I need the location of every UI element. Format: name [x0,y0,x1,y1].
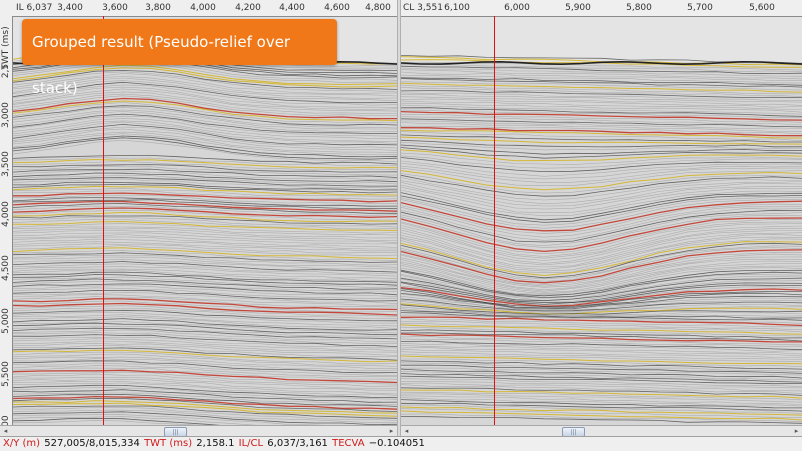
crossline-x-tick: 6,100 [444,3,470,13]
attribute-value: −0.104051 [368,438,425,449]
ilcl-label: IL/CL [238,438,264,449]
inline-x-axis: IL 6,037 3,400 3,600 3,800 4,000 4,200 4… [0,0,397,17]
inline-x-tick: 4,200 [235,3,261,13]
status-bar: X/Y (m) 527,005/8,015,334 TWT (ms) 2,158… [0,436,802,451]
scroll-right-arrow-icon[interactable]: ▸ [387,427,396,435]
crossline-seismic-image [401,17,802,425]
twt-value: 2,158.1 [196,438,235,449]
y-tick: 2,5 [1,63,11,79]
crossline-x-tick: 6,000 [504,3,530,13]
grouped-result-callout: Grouped result (Pseudo-relief over stack… [22,19,337,97]
scroll-right-arrow-icon[interactable]: ▸ [792,427,801,435]
attribute-label: TECVA [332,438,365,449]
crossline-view-label: CL 3,551 [403,3,443,13]
crossline-x-tick: 5,900 [565,3,591,13]
crossline-x-tick: 5,700 [687,3,713,13]
y-tick: 3,500 [1,151,11,177]
crossline-seismic-display[interactable] [401,17,802,425]
y-tick: 5,500 [1,361,11,387]
inline-y-axis: TWT (ms) 2,5 3,000 3,500 4,000 4,500 5,0… [0,16,13,425]
y-tick: 4,500 [1,255,11,281]
cursor-position-line [103,16,104,425]
crossline-x-tick: 5,600 [749,3,775,13]
inline-x-tick: 4,000 [190,3,216,13]
inline-x-tick: 4,600 [324,3,350,13]
inline-x-tick: 4,400 [279,3,305,13]
inline-x-tick: 3,400 [57,3,83,13]
cursor-position-line [494,16,495,425]
y-tick: 000 [1,415,11,425]
y-tick: 4,000 [1,201,11,227]
scroll-left-arrow-icon[interactable]: ◂ [1,427,10,435]
inline-view-label: IL 6,037 [16,3,53,13]
xy-label: X/Y (m) [3,438,41,449]
crossline-x-axis: CL 3,551 6,100 6,000 5,900 5,800 5,700 5… [401,0,802,17]
ilcl-value: 6,037/3,161 [267,438,328,449]
inline-x-tick: 3,600 [102,3,128,13]
crossline-view-pane[interactable]: CL 3,551 6,100 6,000 5,900 5,800 5,700 5… [401,0,802,425]
xy-value: 527,005/8,015,334 [44,438,140,449]
twt-label: TWT (ms) [144,438,193,449]
y-tick: 5,000 [1,308,11,334]
scroll-left-arrow-icon[interactable]: ◂ [402,427,411,435]
inline-x-tick: 3,800 [145,3,171,13]
inline-x-tick: 4,800 [365,3,391,13]
y-tick: 3,000 [1,102,11,128]
crossline-x-tick: 5,800 [626,3,652,13]
